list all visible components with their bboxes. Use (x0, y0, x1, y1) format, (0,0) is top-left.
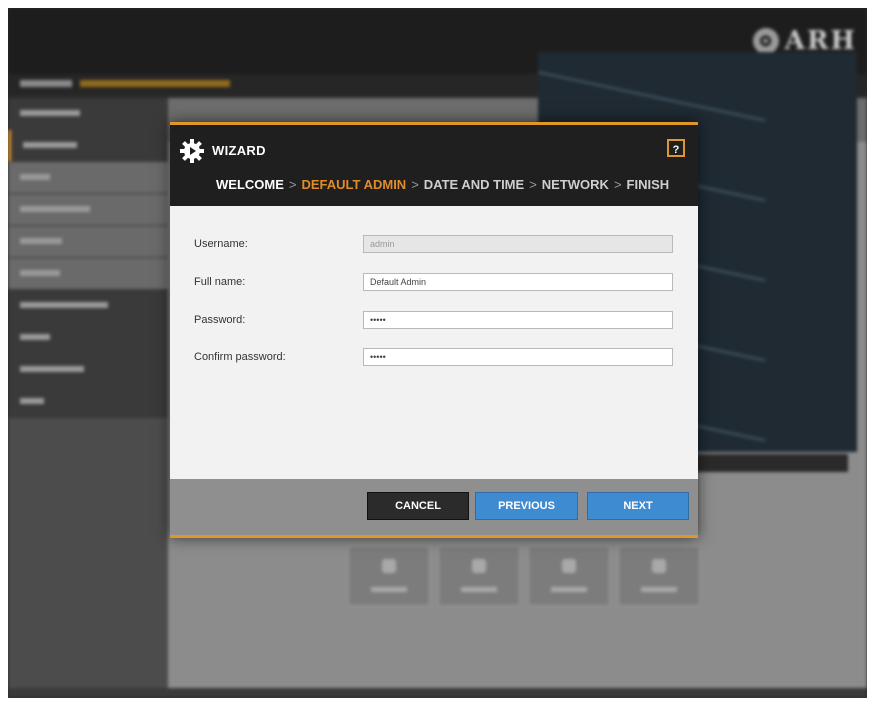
full-name-label: Full name: (194, 276, 246, 288)
sidebar (8, 98, 168, 698)
full-name-row: Full name: Default Admin (194, 273, 674, 293)
confirm-password-label: Confirm password: (194, 351, 286, 363)
sidebar-item (8, 258, 168, 290)
username-label: Username: (194, 238, 248, 250)
confirm-password-row: Confirm password: ••••• (194, 348, 674, 368)
sidebar-item (8, 354, 168, 386)
step-network: NETWORK (541, 177, 609, 192)
full-name-field[interactable]: Default Admin (363, 273, 673, 291)
password-row: Password: ••••• (194, 311, 674, 331)
wizard-title: WIZARD (212, 143, 266, 158)
sidebar-item (8, 98, 168, 130)
gear-icon (180, 139, 204, 163)
wizard-header: WIZARD ? WELCOME > DEFAULT ADMIN > DATE AND … (170, 125, 698, 206)
sidebar-item (8, 226, 168, 258)
wizard-form: Username: admin Full name: Default Admin… (170, 206, 698, 476)
step-separator: > (288, 177, 297, 192)
tile (438, 546, 520, 606)
footer-bar (8, 688, 867, 698)
breadcrumb-root (20, 80, 72, 87)
password-label: Password: (194, 314, 246, 326)
next-button[interactable]: NEXT (587, 492, 689, 520)
tile (348, 546, 430, 606)
step-finish: FINISH (626, 177, 670, 192)
step-separator: > (529, 177, 537, 192)
sidebar-item (8, 386, 168, 418)
sidebar-item (8, 290, 168, 322)
step-welcome: WELCOME (216, 177, 284, 192)
sidebar-item (8, 162, 168, 194)
previous-button[interactable]: PREVIOUS (475, 492, 578, 520)
step-separator: > (411, 177, 419, 192)
sidebar-item (8, 130, 168, 162)
wizard-steps: WELCOME > DEFAULT ADMIN > DATE AND TIME > NETW… (216, 177, 669, 192)
help-button[interactable]: ? (667, 139, 685, 157)
step-default-admin: DEFAULT ADMIN (301, 177, 407, 192)
confirm-password-field[interactable]: ••••• (363, 348, 673, 366)
step-date-and-time: DATE AND TIME (423, 177, 525, 192)
sidebar-item (8, 194, 168, 226)
username-row: Username: admin (194, 235, 674, 255)
cancel-button[interactable]: CANCEL (367, 492, 469, 520)
wizard-footer: CANCEL PREVIOUS NEXT (170, 479, 698, 535)
password-field[interactable]: ••••• (363, 311, 673, 329)
tile (528, 546, 610, 606)
wizard-dialog: WIZARD ? WELCOME > DEFAULT ADMIN > DATE AND … (170, 122, 698, 538)
step-separator: > (613, 177, 622, 192)
tile (618, 546, 700, 606)
sidebar-item (8, 322, 168, 354)
brand-seal-icon: ✪ (752, 28, 779, 54)
app-window: ✪ ARH WIZARD ? WELCOME > DEFAULT ADMIN >… (8, 8, 867, 698)
username-field: admin (363, 235, 673, 253)
breadcrumb-path (80, 80, 230, 87)
